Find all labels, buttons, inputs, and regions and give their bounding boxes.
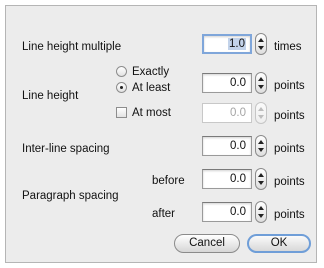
line-height-stepper[interactable] [255, 72, 267, 94]
stepper-down-icon [258, 148, 264, 152]
stepper-up-icon [258, 173, 264, 177]
radio-selected-dot [120, 86, 123, 89]
line-height-label: Line height [22, 90, 79, 102]
at-most-checkbox[interactable] [116, 107, 127, 118]
stepper-down-icon [258, 115, 264, 119]
paragraph-after-field[interactable]: 0.0 [202, 202, 252, 222]
paragraph-before-label: before [152, 175, 185, 187]
stepper-up-icon [258, 140, 264, 144]
paragraph-before-unit: points [274, 176, 305, 188]
line-height-multiple-label: Line height multiple [22, 41, 122, 53]
line-height-multiple-stepper[interactable] [255, 33, 267, 55]
inter-line-spacing-stepper[interactable] [255, 135, 267, 157]
at-most-unit: points [274, 110, 305, 122]
stepper-up-icon [258, 107, 264, 111]
line-height-multiple-field[interactable]: 1.0 [202, 34, 252, 54]
line-height-multiple-unit: times [274, 41, 302, 53]
at-most-checkbox-label[interactable]: At most [132, 106, 171, 120]
stepper-up-icon [258, 206, 264, 210]
at-most-field: 0.0 [202, 103, 252, 123]
cancel-button[interactable]: Cancel [174, 234, 240, 253]
stepper-down-icon [258, 46, 264, 50]
paragraph-after-label: after [152, 208, 176, 220]
inter-line-spacing-label: Inter-line spacing [22, 143, 110, 155]
paragraph-before-stepper[interactable] [255, 168, 267, 190]
paragraph-after-unit: points [274, 209, 305, 221]
at-most-stepper [255, 102, 267, 124]
stepper-down-icon [258, 181, 264, 185]
stepper-up-icon [258, 77, 264, 81]
stepper-down-icon [258, 214, 264, 218]
paragraph-spacing-label: Paragraph spacing [22, 190, 119, 202]
line-height-unit: points [274, 80, 305, 92]
stepper-up-icon [258, 38, 264, 42]
exactly-radio-label[interactable]: Exactly [132, 65, 169, 79]
exactly-radio[interactable] [116, 66, 127, 77]
paragraph-before-field[interactable]: 0.0 [202, 169, 252, 189]
at-least-radio-label[interactable]: At least [132, 81, 170, 95]
inter-line-spacing-field[interactable]: 0.0 [202, 136, 252, 156]
line-height-field[interactable]: 0.0 [202, 73, 252, 93]
ok-button[interactable]: OK [247, 234, 311, 253]
at-least-radio[interactable] [116, 82, 127, 93]
line-spacing-dialog: Line height multiple 1.0 times Line heig… [5, 5, 317, 263]
paragraph-after-stepper[interactable] [255, 201, 267, 223]
inter-line-spacing-unit: points [274, 143, 305, 155]
stepper-down-icon [258, 85, 264, 89]
